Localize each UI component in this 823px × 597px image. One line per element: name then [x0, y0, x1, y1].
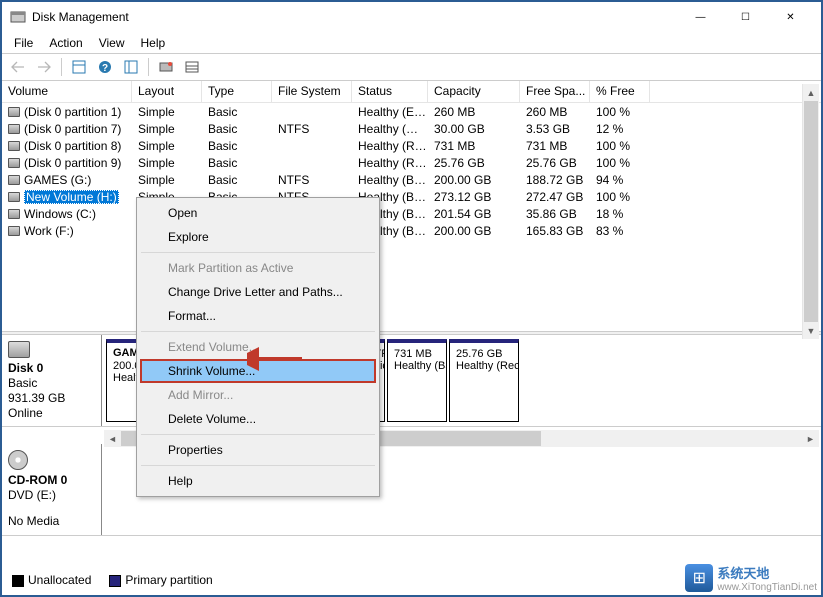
volume-icon — [8, 226, 20, 236]
cdrom-icon — [8, 450, 28, 470]
volume-icon — [8, 158, 20, 168]
cm-separator — [141, 434, 375, 435]
toolbar-separator — [61, 58, 62, 76]
annotation-arrow-icon — [247, 347, 307, 371]
col-layout[interactable]: Layout — [132, 81, 202, 102]
scroll-down-icon[interactable]: ▼ — [803, 322, 819, 339]
cdrom-row[interactable]: CD-ROM 0 DVD (E:) No Media — [2, 444, 821, 536]
cm-properties[interactable]: Properties — [140, 438, 376, 462]
scroll-thumb[interactable] — [804, 101, 818, 322]
volume-icon — [8, 124, 20, 134]
swatch-blue-icon — [109, 575, 121, 587]
volume-row[interactable]: (Disk 0 partition 1)SimpleBasicHealthy (… — [2, 103, 821, 120]
cm-format[interactable]: Format... — [140, 304, 376, 328]
disk-size: 931.39 GB — [8, 391, 95, 405]
volume-icon — [8, 141, 20, 151]
cdrom-label: CD-ROM 0 DVD (E:) No Media — [2, 444, 102, 535]
close-button[interactable]: ✕ — [768, 2, 813, 32]
svg-text:?: ? — [102, 63, 108, 74]
volume-row[interactable]: (Disk 0 partition 9)SimpleBasicHealthy (… — [2, 154, 821, 171]
volume-icon — [8, 175, 20, 185]
graphical-view: Disk 0 Basic 931.39 GB Online GAMES (G:)… — [2, 335, 821, 536]
cm-change-letter[interactable]: Change Drive Letter and Paths... — [140, 280, 376, 304]
volume-row[interactable]: Work (F:)SimpleBasicNTFSHealthy (B…200.0… — [2, 222, 821, 239]
watermark-icon: ⊞ — [685, 564, 713, 592]
cm-delete[interactable]: Delete Volume... — [140, 407, 376, 431]
volume-list: Volume Layout Type File System Status Ca… — [2, 81, 821, 239]
scroll-up-icon[interactable]: ▲ — [803, 84, 819, 101]
col-filesystem[interactable]: File System — [272, 81, 352, 102]
cdrom-drive: DVD (E:) — [8, 488, 95, 502]
toolbar-separator — [148, 58, 149, 76]
minimize-button[interactable]: — — [678, 2, 723, 32]
cm-mark-active: Mark Partition as Active — [140, 256, 376, 280]
scroll-right-icon[interactable]: ► — [802, 430, 819, 447]
partition[interactable]: 731 MBHealthy (Basic — [387, 339, 447, 422]
watermark-line2: www.XiTongTianDi.net — [717, 582, 817, 593]
legend-primary: Primary partition — [109, 573, 212, 587]
watermark-line1: 系统天地 — [717, 563, 817, 582]
disk-status: Online — [8, 406, 95, 420]
col-pctfree[interactable]: % Free — [590, 81, 650, 102]
toolbar-btn-1[interactable] — [67, 56, 91, 78]
col-type[interactable]: Type — [202, 81, 272, 102]
menu-file[interactable]: File — [6, 34, 41, 52]
menu-action[interactable]: Action — [41, 34, 90, 52]
titlebar: Disk Management — ☐ ✕ — [2, 2, 821, 32]
maximize-button[interactable]: ☐ — [723, 2, 768, 32]
col-freespace[interactable]: Free Spa... — [520, 81, 590, 102]
help-button[interactable]: ? — [93, 56, 117, 78]
watermark: ⊞ 系统天地 www.XiTongTianDi.net — [685, 563, 817, 593]
cm-separator — [141, 252, 375, 253]
cm-separator — [141, 331, 375, 332]
cm-help[interactable]: Help — [140, 469, 376, 493]
cm-mirror: Add Mirror... — [140, 383, 376, 407]
volume-row[interactable]: GAMES (G:)SimpleBasicNTFSHealthy (B…200.… — [2, 171, 821, 188]
toolbar-btn-5[interactable] — [180, 56, 204, 78]
disk-type: Basic — [8, 376, 95, 390]
volume-row[interactable]: New Volume (H:)SimpleBasicNTFSHealthy (B… — [2, 188, 821, 205]
cm-open[interactable]: Open — [140, 201, 376, 225]
swatch-black-icon — [12, 575, 24, 587]
toolbar: ? — [2, 53, 821, 81]
window-title: Disk Management — [32, 10, 678, 24]
menu-view[interactable]: View — [91, 34, 133, 52]
col-status[interactable]: Status — [352, 81, 428, 102]
disk-row-0[interactable]: Disk 0 Basic 931.39 GB Online GAMES (G:)… — [2, 335, 821, 427]
menubar: File Action View Help — [2, 32, 821, 53]
disk-label: Disk 0 Basic 931.39 GB Online — [2, 335, 102, 426]
col-volume[interactable]: Volume — [2, 81, 132, 102]
volume-icon — [8, 192, 20, 202]
column-headers: Volume Layout Type File System Status Ca… — [2, 81, 821, 103]
list-scrollbar[interactable]: ▲ ▼ — [802, 84, 819, 339]
disk-name: Disk 0 — [8, 361, 95, 375]
toolbar-btn-4[interactable] — [154, 56, 178, 78]
partition[interactable]: 25.76 GBHealthy (Reco — [449, 339, 519, 422]
cm-separator — [141, 465, 375, 466]
volume-row[interactable]: (Disk 0 partition 8)SimpleBasicHealthy (… — [2, 137, 821, 154]
volume-icon — [8, 107, 20, 117]
volume-icon — [8, 209, 20, 219]
volume-row[interactable]: Windows (C:)SimpleBasicNTFSHealthy (B…20… — [2, 205, 821, 222]
app-icon — [10, 9, 26, 25]
cdrom-name: CD-ROM 0 — [8, 473, 95, 487]
col-capacity[interactable]: Capacity — [428, 81, 520, 102]
volume-row[interactable]: (Disk 0 partition 7)SimpleBasicNTFSHealt… — [2, 120, 821, 137]
menu-help[interactable]: Help — [133, 34, 174, 52]
legend-unallocated: Unallocated — [12, 573, 91, 587]
cdrom-status: No Media — [8, 514, 95, 528]
cm-explore[interactable]: Explore — [140, 225, 376, 249]
toolbar-btn-3[interactable] — [119, 56, 143, 78]
legend: Unallocated Primary partition — [12, 573, 213, 587]
scroll-left-icon[interactable]: ◄ — [104, 430, 121, 447]
forward-button[interactable] — [32, 56, 56, 78]
back-button[interactable] — [6, 56, 30, 78]
disk-icon — [8, 341, 30, 358]
